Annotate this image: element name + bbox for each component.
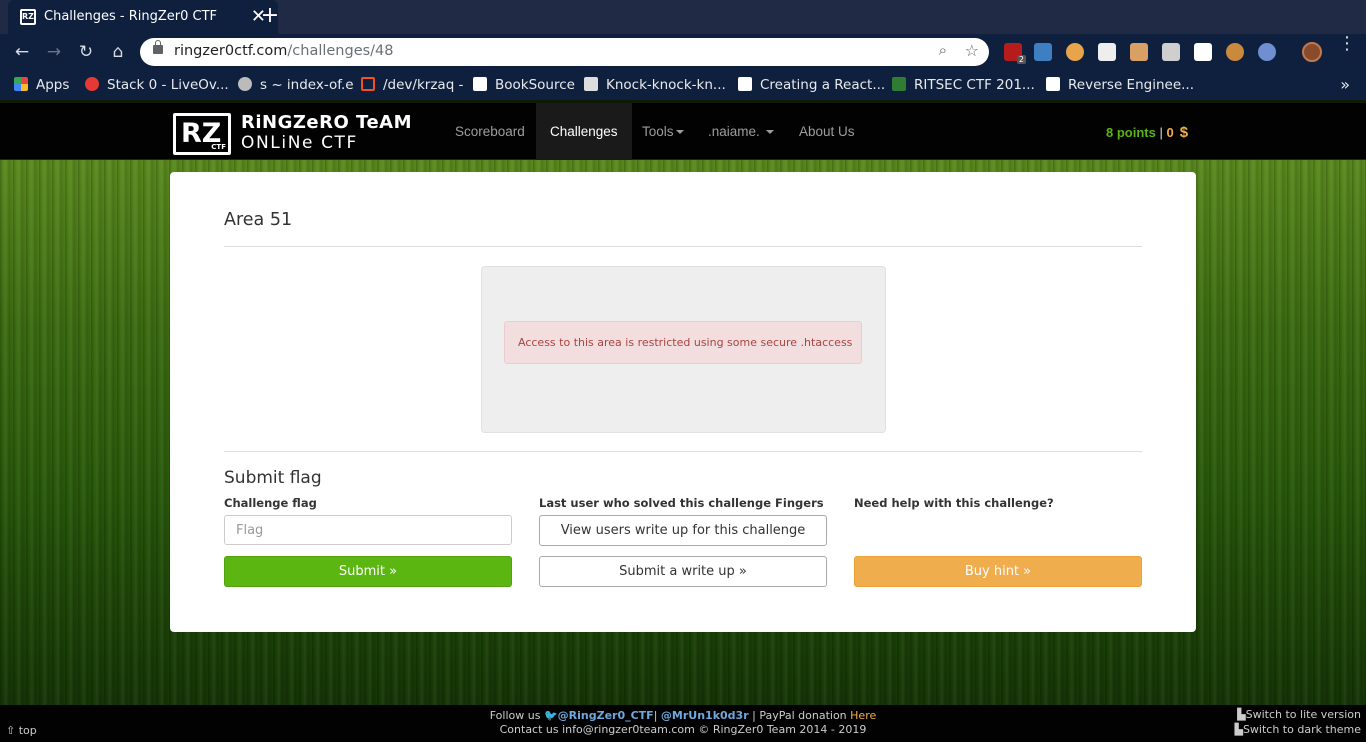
bookmark-index-of[interactable]: s ~ index-of.e (238, 77, 354, 93)
bookmark-knock-knock[interactable]: Knock-knock-kn... (584, 77, 726, 93)
ritsec-icon (892, 77, 906, 91)
chevron-down-icon (675, 130, 684, 134)
divider (224, 451, 1142, 452)
dollar-icon: $ (1179, 124, 1189, 141)
forward-icon[interactable]: → (44, 42, 64, 62)
last-solver-name: Fingers (775, 496, 824, 510)
access-restricted-alert: Access to this area is restricted using … (504, 321, 862, 364)
bookmark-stack0[interactable]: Stack 0 - LiveOv... (85, 77, 229, 93)
globe-extension-icon[interactable] (1258, 43, 1276, 61)
nav-user-menu[interactable]: .naiame. (694, 103, 788, 160)
switch-lite-link[interactable]: ▙Switch to lite version (1237, 708, 1361, 721)
view-writeups-button[interactable]: View users write up for this challenge (539, 515, 827, 546)
logo-mark: RZ CTF (173, 113, 231, 155)
ublock-extension-icon[interactable]: 2 (1004, 43, 1026, 64)
twitter-link-ringzer0[interactable]: 🐦@RingZer0_CTF (544, 709, 654, 722)
extension-icon-3[interactable] (1066, 43, 1084, 61)
user-points: 8 points | 0 $ (1106, 124, 1189, 141)
paypal-link[interactable]: Here (850, 709, 876, 722)
nav-scoreboard[interactable]: Scoreboard (441, 103, 539, 160)
submit-flag-button[interactable]: Submit » (224, 556, 512, 587)
bookmark-apps[interactable]: Apps (14, 77, 69, 93)
arrow-up-icon: ⇧ (6, 724, 16, 737)
nav-about-us[interactable]: About Us (785, 103, 869, 160)
nav-tools[interactable]: Tools (628, 103, 698, 160)
site-logo[interactable]: RZ CTF RiNGZeRO TeAM ONLiNe CTF (173, 112, 433, 156)
extension-icon-6[interactable] (1162, 43, 1180, 61)
footer-contact: Contact us info@ringzer0team.com © RingZ… (499, 723, 867, 736)
submit-writeup-button[interactable]: Submit a write up » (539, 556, 827, 587)
url-text[interactable]: ringzer0ctf.com/challenges/48 (174, 43, 394, 59)
monitor-icon: ▙ (1234, 723, 1243, 736)
nav-challenges[interactable]: Challenges (536, 103, 632, 160)
medium-icon (738, 77, 752, 91)
need-help-label: Need help with this challenge? (854, 496, 1054, 510)
chevron-down-icon (765, 130, 774, 134)
medium-icon (1046, 77, 1060, 91)
bookmarks-bar: Apps Stack 0 - LiveOv... s ~ index-of.e … (0, 70, 1366, 100)
logo-title: RiNGZeRO TeAM (241, 112, 412, 133)
submit-flag-heading: Submit flag (224, 468, 322, 488)
bookmark-booksource[interactable]: BookSource (473, 77, 575, 93)
back-icon[interactable]: ← (12, 42, 32, 62)
challenge-title: Area 51 (224, 210, 293, 230)
bookmark-creating-react[interactable]: Creating a React... (738, 77, 885, 93)
browser-tab-strip: RZ Challenges - RingZer0 CTF ✕ + (0, 0, 1366, 34)
new-tab-button[interactable]: + (258, 3, 282, 28)
lock-icon (153, 40, 163, 54)
extension-icon-7[interactable] (1194, 43, 1212, 61)
skull-icon (238, 77, 252, 91)
challenge-content-well: Access to this area is restricted using … (481, 266, 886, 433)
profile-avatar[interactable] (1302, 42, 1322, 62)
divider (224, 246, 1142, 247)
bookmark-star-icon[interactable]: ☆ (965, 41, 979, 60)
switch-dark-link[interactable]: ▙Switch to dark theme (1234, 723, 1361, 736)
reload-icon[interactable]: ↻ (76, 42, 96, 62)
bookmarks-overflow-icon[interactable]: » (1340, 75, 1350, 94)
tab-title: Challenges - RingZer0 CTF (44, 9, 218, 24)
monitor-icon: ▙ (1237, 708, 1246, 721)
twitter-link-mrun1k0d3r[interactable]: @MrUn1k0d3r (661, 709, 749, 722)
back-to-top-link[interactable]: ⇧ top (6, 724, 37, 737)
browser-toolbar: ← → ↻ ⌂ ringzer0ctf.com/challenges/48 ⌕ … (0, 34, 1366, 70)
page-icon (584, 77, 598, 91)
extension-icon-5[interactable] (1130, 43, 1148, 61)
flag-input[interactable] (224, 515, 512, 545)
browser-menu-icon[interactable]: ⋮ (1338, 35, 1356, 53)
bookmark-krzaq[interactable]: /dev/krzaq - (361, 77, 463, 93)
site-navbar: RZ CTF RiNGZeRO TeAM ONLiNe CTF Scoreboar… (0, 103, 1366, 160)
cookie-extension-icon[interactable] (1226, 43, 1244, 61)
record-icon (85, 77, 99, 91)
browser-tab[interactable]: RZ Challenges - RingZer0 CTF ✕ (8, 0, 278, 34)
challenge-card: Area 51 Access to this area is restricte… (170, 172, 1196, 632)
footer-social: Follow us 🐦@RingZer0_CTF| @MrUn1k0d3r | … (489, 709, 877, 722)
site-footer: Follow us 🐦@RingZer0_CTF| @MrUn1k0d3r | … (0, 705, 1366, 742)
logo-subtitle: ONLiNe CTF (241, 133, 358, 153)
zoom-icon[interactable]: ⌕ (939, 41, 947, 59)
apps-grid-icon (14, 77, 28, 91)
ringzer0-favicon-icon: RZ (20, 9, 36, 25)
bookmark-ritsec[interactable]: RITSEC CTF 201... (892, 77, 1035, 93)
book-icon (473, 77, 487, 91)
buy-hint-button[interactable]: Buy hint » (854, 556, 1142, 587)
extension-icon-2[interactable] (1034, 43, 1052, 61)
address-bar[interactable]: ringzer0ctf.com/challenges/48 ⌕ ☆ (140, 38, 989, 66)
kq-icon (361, 77, 375, 91)
extension-icon-4[interactable] (1098, 43, 1116, 61)
challenge-flag-label: Challenge flag (224, 496, 317, 510)
home-icon[interactable]: ⌂ (108, 42, 128, 62)
bookmark-reverse-engineering[interactable]: Reverse Enginee... (1046, 77, 1194, 93)
last-solver-label: Last user who solved this challenge Fing… (539, 496, 824, 510)
